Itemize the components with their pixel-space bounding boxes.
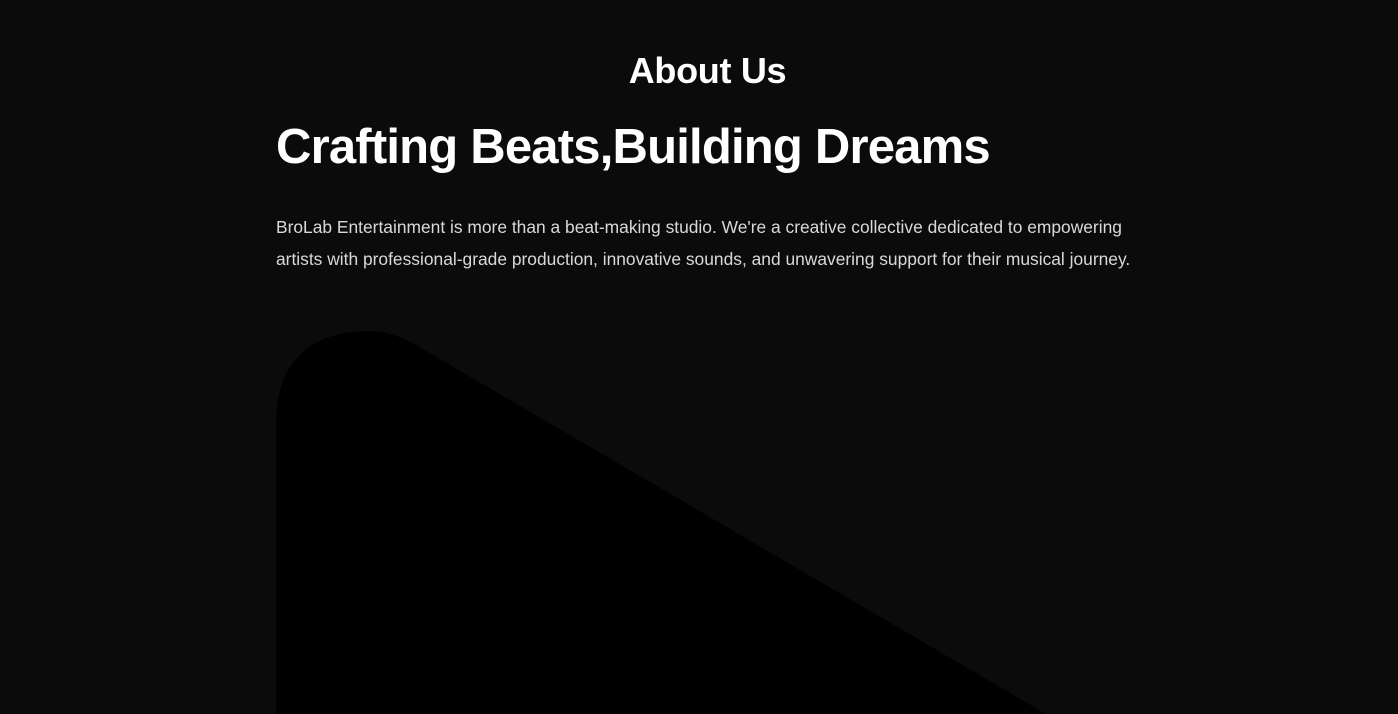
- play-shape-path: [276, 331, 1046, 714]
- about-description: BroLab Entertainment is more than a beat…: [276, 217, 1131, 269]
- decorative-play-shape: [276, 331, 1046, 714]
- about-section: About Us Crafting Beats,Building Dreams …: [0, 0, 1398, 714]
- headline: Crafting Beats,Building Dreams: [276, 120, 991, 174]
- section-label: About Us: [628, 50, 787, 91]
